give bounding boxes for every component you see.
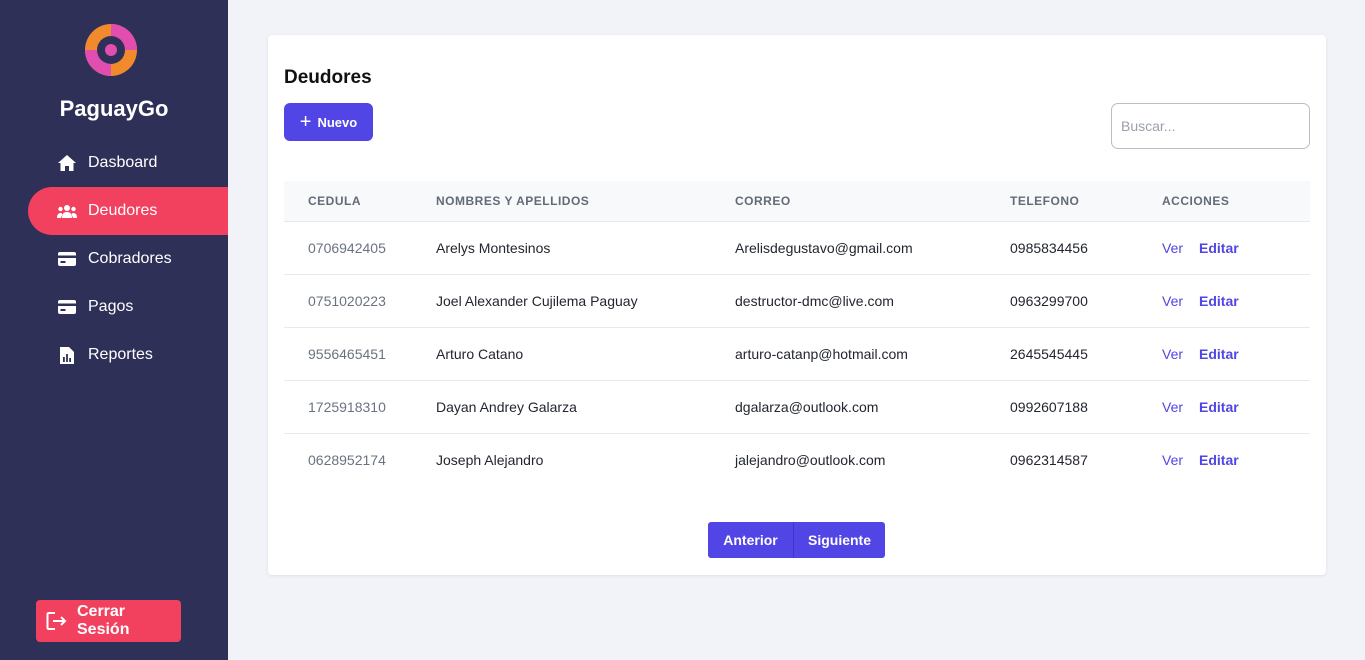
- sidebar-item-reportes[interactable]: Reportes: [28, 331, 228, 379]
- cell-cedula: 9556465451: [284, 326, 436, 380]
- plus-icon: +: [299, 111, 312, 133]
- view-link[interactable]: Ver: [1162, 240, 1183, 256]
- app-logo-icon: [85, 24, 137, 76]
- cell-telefono: 0992607188: [1010, 379, 1162, 433]
- debtors-table: CEDULA NOMBRES Y APELLIDOS CORREO TELEFO…: [284, 181, 1310, 486]
- view-link[interactable]: Ver: [1162, 346, 1183, 362]
- cell-acciones: Ver Editar: [1162, 273, 1310, 327]
- sidebar-item-pagos[interactable]: Pagos: [28, 283, 228, 331]
- cell-nombre: Dayan Andrey Galarza: [436, 379, 735, 433]
- view-link[interactable]: Ver: [1162, 293, 1183, 309]
- cell-cedula: 0751020223: [284, 273, 436, 327]
- column-header-correo: CORREO: [735, 181, 1010, 221]
- cell-acciones: Ver Editar: [1162, 432, 1310, 486]
- pagination: Anterior Siguiente: [708, 522, 885, 558]
- report-icon: [56, 346, 78, 364]
- cell-nombre: Joel Alexander Cujilema Paguay: [436, 273, 735, 327]
- table-row: 9556465451 Arturo Catano arturo-catanp@h…: [284, 326, 1310, 380]
- users-icon: [56, 204, 78, 218]
- new-debtor-button[interactable]: + Nuevo: [284, 103, 373, 141]
- card-icon: [56, 252, 78, 266]
- cell-correo: destructor-dmc@live.com: [735, 273, 1010, 327]
- cell-nombre: Arturo Catano: [436, 326, 735, 380]
- cell-correo: jalejandro@outlook.com: [735, 432, 1010, 486]
- table-header-row: CEDULA NOMBRES Y APELLIDOS CORREO TELEFO…: [284, 181, 1310, 221]
- table-row: 1725918310 Dayan Andrey Galarza dgalarza…: [284, 379, 1310, 433]
- cell-nombre: Arelys Montesinos: [436, 220, 735, 274]
- sidebar-item-dashboard[interactable]: Dasboard: [28, 139, 228, 187]
- view-link[interactable]: Ver: [1162, 399, 1183, 415]
- app-brand: PaguayGo: [59, 96, 169, 121]
- new-button-label: Nuevo: [317, 114, 358, 130]
- cell-correo: Arelisdegustavo@gmail.com: [735, 220, 1010, 274]
- table-row: 0706942405 Arelys Montesinos Arelisdegus…: [284, 220, 1310, 274]
- cell-cedula: 0706942405: [284, 220, 436, 274]
- sidebar-item-label: Deudores: [88, 202, 158, 219]
- sidebar-item-cobradores[interactable]: Cobradores: [28, 235, 228, 283]
- cell-correo: arturo-catanp@hotmail.com: [735, 326, 1010, 380]
- cell-telefono: 0963299700: [1010, 273, 1162, 327]
- logout-label: Cerrar Sesión: [77, 603, 130, 638]
- edit-link[interactable]: Editar: [1199, 452, 1239, 468]
- card-icon: [56, 300, 78, 314]
- sidebar-item-label: Dasboard: [88, 154, 158, 171]
- edit-link[interactable]: Editar: [1199, 346, 1239, 362]
- cell-nombre: Joseph Alejandro: [436, 432, 735, 486]
- debtors-card: Deudores + Nuevo CEDULA NOMBRES Y APELLI…: [268, 35, 1326, 575]
- cell-acciones: Ver Editar: [1162, 220, 1310, 274]
- sidebar-item-label: Reportes: [88, 346, 153, 363]
- sidebar-item-deudores[interactable]: Deudores: [28, 187, 228, 235]
- sidebar-item-label: Pagos: [88, 298, 134, 315]
- column-header-cedula: CEDULA: [284, 181, 436, 221]
- column-header-telefono: TELEFONO: [1010, 181, 1162, 221]
- sidebar: PaguayGo Dasboard Deudores Cobradores Pa…: [0, 0, 228, 660]
- next-page-button[interactable]: Siguiente: [794, 522, 885, 558]
- search-input[interactable]: [1111, 103, 1310, 149]
- cell-cedula: 0628952174: [284, 432, 436, 486]
- previous-page-button[interactable]: Anterior: [708, 522, 794, 558]
- logout-button[interactable]: Cerrar Sesión: [36, 600, 181, 642]
- column-header-acciones: ACCIONES: [1162, 181, 1310, 221]
- cell-correo: dgalarza@outlook.com: [735, 379, 1010, 433]
- page-title: Deudores: [284, 67, 372, 88]
- cell-acciones: Ver Editar: [1162, 326, 1310, 380]
- table-row: 0628952174 Joseph Alejandro jalejandro@o…: [284, 432, 1310, 486]
- edit-link[interactable]: Editar: [1199, 399, 1239, 415]
- cell-telefono: 2645545445: [1010, 326, 1162, 380]
- column-header-nombres: NOMBRES Y APELLIDOS: [436, 181, 735, 221]
- logout-icon: [46, 611, 67, 631]
- sidebar-item-label: Cobradores: [88, 250, 172, 267]
- cell-cedula: 1725918310: [284, 379, 436, 433]
- home-icon: [56, 155, 78, 171]
- view-link[interactable]: Ver: [1162, 452, 1183, 468]
- cell-telefono: 0985834456: [1010, 220, 1162, 274]
- cell-telefono: 0962314587: [1010, 432, 1162, 486]
- cell-acciones: Ver Editar: [1162, 379, 1310, 433]
- edit-link[interactable]: Editar: [1199, 293, 1239, 309]
- table-row: 0751020223 Joel Alexander Cujilema Pagua…: [284, 273, 1310, 327]
- edit-link[interactable]: Editar: [1199, 240, 1239, 256]
